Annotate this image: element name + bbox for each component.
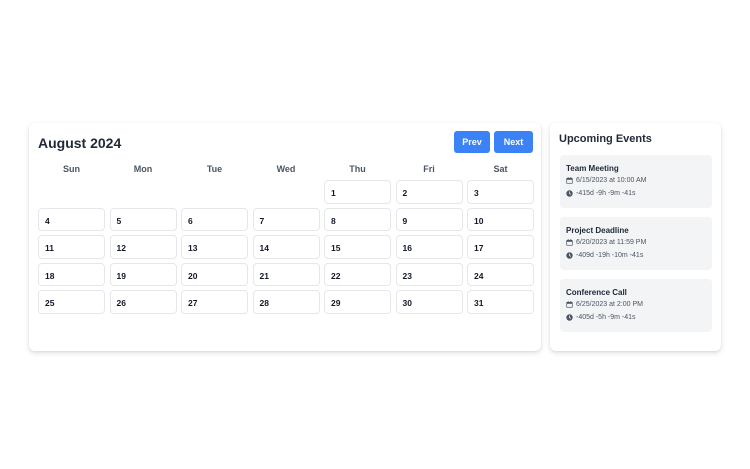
calendar-day-cell[interactable]: 4 (38, 207, 105, 231)
calendar-day-cell[interactable]: 31 (467, 290, 534, 314)
calendar-day-grid: 1 2 3 4 5 6 7 8 9 10 11 12 13 14 15 16 17 18 19 20 21 22 23 24 2… (38, 180, 534, 314)
calendar-day-cell[interactable]: 24 (467, 262, 534, 286)
calendar-day-cell[interactable]: 23 (395, 262, 463, 286)
calendar-empty-cell (181, 180, 248, 204)
calendar-day-cell[interactable]: 2 (395, 180, 463, 204)
calendar-icon (566, 239, 573, 246)
event-name: Team Meeting (566, 164, 619, 173)
calendar-day-cell[interactable]: 21 (252, 262, 320, 286)
event-datetime: 6/15/2023 at 10:00 AM (576, 177, 647, 184)
calendar-day-cell[interactable]: 26 (109, 290, 177, 314)
calendar-day-cell[interactable]: 18 (38, 262, 105, 286)
event-countdown: -415d -9h -9m -41s (576, 190, 636, 197)
calendar-day-cell[interactable]: 3 (467, 180, 534, 204)
weekday-mon: Mon (133, 164, 153, 174)
weekday-tue: Tue (206, 164, 223, 174)
weekday-header: Sun Mon Tue Wed Thu Fri Sat (38, 164, 534, 174)
weekday-sun: Sun (63, 164, 80, 174)
event-countdown-row: -409d -19h -10m -41s (566, 252, 706, 259)
calendar-day-cell[interactable]: 7 (252, 207, 320, 231)
event-name: Conference Call (566, 288, 627, 297)
event-card[interactable]: Team Meeting 6/15/2023 at 10:00 AM -415d… (560, 155, 712, 208)
clock-icon (566, 190, 573, 197)
event-date-row: 6/20/2023 at 11:59 PM (566, 239, 706, 246)
event-countdown: -405d -5h -9m -41s (576, 314, 636, 321)
calendar-day-cell[interactable]: 28 (252, 290, 320, 314)
calendar-day-cell[interactable]: 30 (395, 290, 463, 314)
next-month-button[interactable]: Next (494, 131, 533, 153)
clock-icon (566, 314, 573, 321)
calendar-day-cell[interactable]: 6 (181, 207, 248, 231)
calendar-icon (566, 177, 573, 184)
calendar-day-cell[interactable]: 10 (467, 207, 534, 231)
event-date-row: 6/25/2023 at 2:00 PM (566, 301, 706, 308)
event-card[interactable]: Project Deadline 6/20/2023 at 11:59 PM -… (560, 217, 712, 270)
event-card[interactable]: Conference Call 6/25/2023 at 2:00 PM -40… (560, 279, 712, 332)
calendar-month-title: August 2024 (38, 135, 122, 151)
event-countdown-row: -405d -5h -9m -41s (566, 314, 706, 321)
calendar-day-cell[interactable]: 16 (395, 235, 463, 259)
calendar-day-cell[interactable]: 15 (324, 235, 391, 259)
calendar-day-cell[interactable]: 14 (252, 235, 320, 259)
calendar-icon (566, 301, 573, 308)
calendar-day-cell[interactable]: 19 (109, 262, 177, 286)
calendar-day-cell[interactable]: 29 (324, 290, 391, 314)
weekday-wed: Wed (276, 164, 296, 174)
calendar-day-cell[interactable]: 5 (109, 207, 177, 231)
calendar-panel: August 2024 Prev Next Sun Mon Tue Wed Th… (29, 123, 541, 351)
calendar-day-cell[interactable]: 11 (38, 235, 105, 259)
events-panel-title: Upcoming Events (559, 133, 652, 145)
calendar-empty-cell (38, 180, 105, 204)
calendar-day-cell[interactable]: 20 (181, 262, 248, 286)
weekday-fri: Fri (423, 164, 435, 174)
event-datetime: 6/25/2023 at 2:00 PM (576, 301, 643, 308)
calendar-day-cell[interactable]: 1 (324, 180, 391, 204)
event-countdown-row: -415d -9h -9m -41s (566, 190, 706, 197)
event-list: Team Meeting 6/15/2023 at 10:00 AM -415d… (560, 155, 712, 341)
calendar-empty-cell (252, 180, 320, 204)
upcoming-events-panel: Upcoming Events Team Meeting 6/15/2023 a… (550, 123, 721, 351)
prev-month-button[interactable]: Prev (454, 131, 490, 153)
clock-icon (566, 252, 573, 259)
weekday-sat: Sat (493, 164, 508, 174)
calendar-day-cell[interactable]: 22 (324, 262, 391, 286)
event-countdown: -409d -19h -10m -41s (576, 252, 644, 259)
calendar-day-cell[interactable]: 17 (467, 235, 534, 259)
calendar-day-cell[interactable]: 27 (181, 290, 248, 314)
page: August 2024 Prev Next Sun Mon Tue Wed Th… (0, 0, 750, 469)
calendar-empty-cell (109, 180, 177, 204)
event-datetime: 6/20/2023 at 11:59 PM (576, 239, 647, 246)
calendar-day-cell[interactable]: 12 (109, 235, 177, 259)
event-date-row: 6/15/2023 at 10:00 AM (566, 177, 706, 184)
weekday-thu: Thu (349, 164, 366, 174)
event-name: Project Deadline (566, 226, 629, 235)
calendar-day-cell[interactable]: 13 (181, 235, 248, 259)
calendar-day-cell[interactable]: 8 (324, 207, 391, 231)
calendar-day-cell[interactable]: 25 (38, 290, 105, 314)
calendar-day-cell[interactable]: 9 (395, 207, 463, 231)
